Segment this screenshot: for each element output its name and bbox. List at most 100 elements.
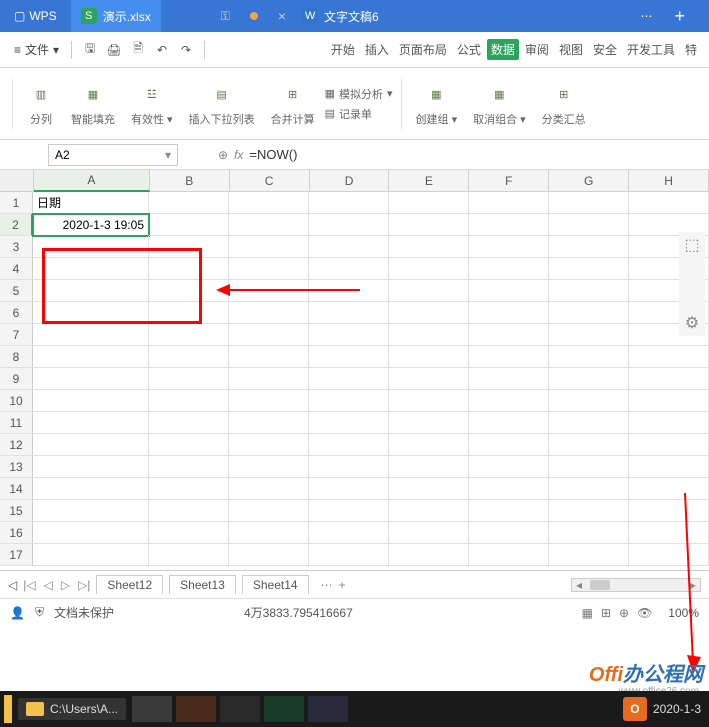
tab-view[interactable]: 视图	[555, 39, 587, 60]
cell[interactable]	[629, 544, 709, 566]
column-header-F[interactable]: F	[469, 170, 549, 192]
row-header[interactable]: 3	[0, 236, 33, 258]
cell[interactable]	[149, 434, 229, 456]
cell[interactable]	[389, 302, 469, 324]
tab-insert[interactable]: 插入	[361, 39, 393, 60]
cell[interactable]	[549, 412, 629, 434]
cell[interactable]	[149, 368, 229, 390]
zoom-level[interactable]: 100%	[668, 606, 699, 620]
cell[interactable]	[629, 522, 709, 544]
taskbar-item[interactable]: C:\Users\A...	[18, 698, 126, 720]
eye-icon[interactable]: 👁	[637, 606, 652, 620]
row-header[interactable]: 9	[0, 368, 33, 390]
cell[interactable]	[549, 368, 629, 390]
create-group-button[interactable]: ▦ 创建组 ▾	[410, 79, 464, 129]
cell[interactable]	[469, 456, 549, 478]
cell[interactable]	[469, 522, 549, 544]
cell[interactable]	[309, 214, 389, 236]
cell[interactable]	[389, 412, 469, 434]
tab-formula[interactable]: 公式	[453, 39, 485, 60]
row-header[interactable]: 6	[0, 302, 33, 324]
cell[interactable]	[33, 522, 149, 544]
cell[interactable]	[229, 390, 309, 412]
column-header-E[interactable]: E	[389, 170, 469, 192]
taskbar-item[interactable]	[176, 696, 216, 722]
cell[interactable]	[33, 434, 149, 456]
taskbar-item[interactable]	[132, 696, 172, 722]
cell[interactable]	[629, 478, 709, 500]
cell[interactable]	[149, 280, 229, 302]
column-header-H[interactable]: H	[629, 170, 709, 192]
settings-icon[interactable]: ⚙	[683, 314, 701, 332]
cell[interactable]	[309, 236, 389, 258]
cell[interactable]	[629, 434, 709, 456]
cell[interactable]	[229, 412, 309, 434]
cell[interactable]	[549, 434, 629, 456]
cell[interactable]	[33, 368, 149, 390]
cell[interactable]	[629, 368, 709, 390]
cell-A2[interactable]: 2020-1-3 19:05	[33, 214, 149, 236]
cell[interactable]	[149, 544, 229, 566]
tab-review[interactable]: 审阅	[521, 39, 553, 60]
cell[interactable]	[309, 302, 389, 324]
shield-icon[interactable]: ⛨	[35, 605, 44, 620]
cell[interactable]	[389, 544, 469, 566]
cell[interactable]	[309, 324, 389, 346]
last-sheet-icon[interactable]: ▷|	[78, 578, 90, 592]
cell[interactable]	[389, 258, 469, 280]
ungroup-button[interactable]: ▦ 取消组合 ▾	[467, 79, 532, 129]
cell[interactable]	[309, 280, 389, 302]
cell[interactable]	[33, 456, 149, 478]
cell[interactable]	[629, 456, 709, 478]
cell[interactable]	[33, 500, 149, 522]
cell[interactable]	[229, 434, 309, 456]
column-header-A[interactable]: A	[34, 170, 150, 192]
person-icon[interactable]: 👤	[10, 606, 25, 620]
row-header[interactable]: 13	[0, 456, 33, 478]
magnify-icon[interactable]: ⊕	[218, 148, 228, 162]
reading-view-icon[interactable]: ⊕	[619, 606, 629, 620]
cell[interactable]	[149, 324, 229, 346]
row-header[interactable]: 15	[0, 500, 33, 522]
select-all-corner[interactable]	[0, 170, 34, 192]
column-header-D[interactable]: D	[310, 170, 390, 192]
cell[interactable]	[469, 324, 549, 346]
cell[interactable]	[549, 478, 629, 500]
cell[interactable]	[229, 478, 309, 500]
cell[interactable]	[469, 434, 549, 456]
cell[interactable]	[149, 346, 229, 368]
cell[interactable]	[229, 544, 309, 566]
select-icon[interactable]: ⬚	[683, 236, 701, 254]
cell[interactable]	[549, 214, 629, 236]
text-to-columns-button[interactable]: ▥ 分列	[21, 79, 61, 129]
tab-extra[interactable]: 特	[681, 39, 701, 60]
cell[interactable]	[149, 192, 229, 214]
undo-icon[interactable]: ↶	[152, 40, 172, 60]
cell[interactable]	[229, 500, 309, 522]
cell[interactable]	[469, 544, 549, 566]
cell[interactable]	[629, 390, 709, 412]
close-tab-icon[interactable]: ×	[278, 8, 286, 24]
column-header-C[interactable]: C	[230, 170, 310, 192]
cell[interactable]	[149, 302, 229, 324]
cell[interactable]	[229, 236, 309, 258]
cell[interactable]	[549, 280, 629, 302]
cell[interactable]	[469, 236, 549, 258]
cell[interactable]	[469, 412, 549, 434]
cell[interactable]	[229, 456, 309, 478]
preview-icon[interactable]: 🗎	[128, 40, 148, 60]
spreadsheet-grid[interactable]: A B C D E F G H 1 2 3 4 5 6 7 8 9 10 11 …	[0, 170, 709, 570]
column-header-G[interactable]: G	[549, 170, 629, 192]
cell[interactable]	[469, 346, 549, 368]
more-sheets-icon[interactable]: ⋯	[321, 578, 333, 592]
row-header[interactable]: 2	[0, 214, 33, 236]
cell[interactable]	[549, 192, 629, 214]
row-header[interactable]: 5	[0, 280, 33, 302]
sheet-tab[interactable]: Sheet13	[169, 575, 236, 594]
cell[interactable]	[33, 236, 149, 258]
form-button[interactable]: ▤ 记录单	[325, 106, 393, 122]
cell[interactable]	[389, 390, 469, 412]
grid-body[interactable]: 日期 2020-1-3 19:05	[33, 192, 709, 566]
cell[interactable]	[149, 522, 229, 544]
tab-security[interactable]: 安全	[589, 39, 621, 60]
